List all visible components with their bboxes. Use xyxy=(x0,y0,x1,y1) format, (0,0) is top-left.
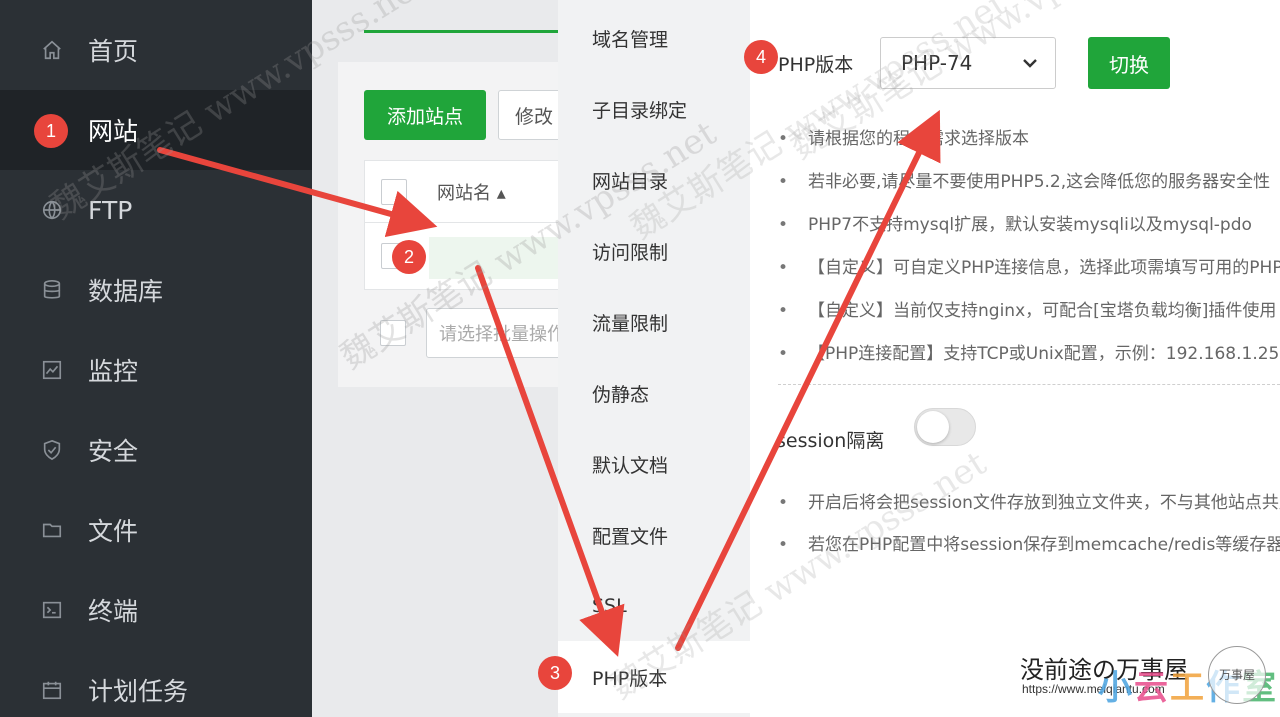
sidebar-item-label: 安全 xyxy=(88,437,139,466)
list-item: PHP7不支持mysql扩展，默认安装mysqli以及mysql-pdo xyxy=(778,210,1280,253)
list-item: 请根据您的程序需求选择版本 xyxy=(778,124,1280,167)
php-version-select[interactable]: PHP-74 xyxy=(880,37,1056,89)
home-icon xyxy=(40,38,64,62)
site-settings-menu: 域名管理 子目录绑定 网站目录 访问限制 流量限制 伪静态 默认文档 配置文件 … xyxy=(558,0,750,717)
menu-item-subdir[interactable]: 子目录绑定 xyxy=(558,73,750,145)
step-badge-1: 1 xyxy=(34,114,68,148)
menu-item-traffic-limit[interactable]: 流量限制 xyxy=(558,286,750,358)
brand-seal: 万事屋 xyxy=(1208,646,1266,704)
table-header: 网站名 ▴ xyxy=(365,161,569,223)
sidebar-item-label: 首页 xyxy=(88,37,139,66)
sidebar-item-terminal[interactable]: 终端 xyxy=(0,570,312,650)
menu-item-default-doc[interactable]: 默认文档 xyxy=(558,428,750,500)
sidebar-item-database[interactable]: 数据库 xyxy=(0,250,312,330)
column-header-site-name[interactable]: 网站名 ▴ xyxy=(437,179,506,205)
sidebar-item-files[interactable]: 文件 xyxy=(0,490,312,570)
chevron-down-icon xyxy=(1021,52,1039,79)
tab-indicator xyxy=(364,30,558,33)
list-item: 若非必要,请尽量不要使用PHP5.2,这会降低您的服务器安全性 xyxy=(778,167,1280,210)
sidebar-item-label: 终端 xyxy=(88,597,139,626)
session-isolation-toggle[interactable] xyxy=(914,408,976,446)
php-tips-list: 请根据您的程序需求选择版本 若非必要,请尽量不要使用PHP5.2,这会降低您的服… xyxy=(778,124,1280,382)
menu-item-ssl[interactable]: SSL xyxy=(558,570,750,642)
calendar-icon xyxy=(40,678,64,702)
php-version-value: PHP-74 xyxy=(901,51,973,75)
menu-item-rewrite[interactable]: 伪静态 xyxy=(558,357,750,429)
folder-icon xyxy=(40,518,64,542)
sidebar: 首页 网站 FTP 数据库 监控 安全 文件 终端 计划任务 xyxy=(0,0,312,717)
sidebar-item-label: 监控 xyxy=(88,357,139,386)
sidebar-item-label: 文件 xyxy=(88,517,139,546)
batch-action-select[interactable]: 请选择批量操作 xyxy=(426,308,568,358)
database-icon xyxy=(40,278,64,302)
sidebar-item-label: 计划任务 xyxy=(88,677,189,706)
toggle-knob xyxy=(917,411,949,443)
menu-item-php-version[interactable]: PHP版本 xyxy=(558,641,750,713)
monitor-icon xyxy=(40,358,64,382)
shield-icon xyxy=(40,438,64,462)
list-item: 开启后将会把session文件存放到独立文件夹，不与其他站点共用 xyxy=(778,488,1280,530)
menu-item-domain[interactable]: 域名管理 xyxy=(558,2,750,74)
divider xyxy=(778,384,1280,385)
menu-item-config-file[interactable]: 配置文件 xyxy=(558,499,750,571)
add-site-button[interactable]: 添加站点 xyxy=(364,90,486,140)
site-table: 网站名 ▴ xyxy=(364,160,569,290)
step-badge-2: 2 xyxy=(392,240,426,274)
list-item: 若您在PHP配置中将session保存到memcache/redis等缓存器时，… xyxy=(778,530,1280,572)
session-tips-list: 开启后将会把session文件存放到独立文件夹，不与其他站点共用 若您在PHP配… xyxy=(778,488,1280,572)
sidebar-item-label: FTP xyxy=(88,195,133,225)
menu-item-site-dir[interactable]: 网站目录 xyxy=(558,144,750,216)
sidebar-item-cron[interactable]: 计划任务 xyxy=(0,650,312,717)
php-version-label: PHP版本 xyxy=(778,54,854,76)
list-item: 【自定义】可自定义PHP连接信息，选择此项需填写可用的PHP连接配置 xyxy=(778,253,1280,296)
table-row[interactable] xyxy=(429,237,559,279)
sidebar-item-home[interactable]: 首页 xyxy=(0,10,312,90)
step-badge-3: 3 xyxy=(538,656,572,690)
sidebar-item-label: 网站 xyxy=(88,117,139,146)
sidebar-item-ftp[interactable]: FTP xyxy=(0,170,312,250)
batch-checkbox[interactable] xyxy=(380,320,406,346)
sidebar-item-monitor[interactable]: 监控 xyxy=(0,330,312,410)
list-item: 【自定义】当前仅支持nginx，可配合[宝塔负载均衡]插件使用 xyxy=(778,296,1280,339)
list-item: 【PHP连接配置】支持TCP或Unix配置，示例：192.168.1.25:90… xyxy=(778,339,1280,382)
session-isolation-label: session隔离 xyxy=(776,430,885,452)
site-list-panel: 添加站点 修改 网站名 ▴ 请选择批量操作 xyxy=(312,0,569,717)
menu-item-access-limit[interactable]: 访问限制 xyxy=(558,215,750,287)
select-all-checkbox[interactable] xyxy=(381,179,407,205)
ftp-icon xyxy=(40,198,64,222)
php-version-panel: PHP版本 PHP-74 切换 请根据您的程序需求选择版本 若非必要,请尽量不要… xyxy=(750,0,1280,717)
switch-php-button[interactable]: 切换 xyxy=(1088,37,1170,89)
sidebar-item-security[interactable]: 安全 xyxy=(0,410,312,490)
terminal-icon xyxy=(40,598,64,622)
sidebar-item-label: 数据库 xyxy=(88,277,164,306)
step-badge-4: 4 xyxy=(744,40,778,74)
